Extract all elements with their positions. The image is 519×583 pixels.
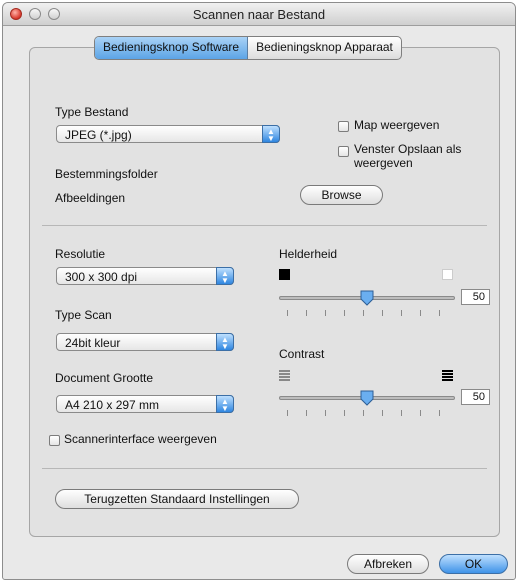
contrast-slider-knob[interactable] (359, 390, 375, 406)
show-map-checkbox[interactable] (338, 121, 349, 132)
brightness-ticks (279, 310, 455, 316)
document-size-label: Document Grootte (55, 371, 154, 385)
brightness-value-field[interactable]: 50 (461, 289, 490, 305)
brightness-label: Helderheid (279, 247, 338, 261)
settings-panel: Type Bestand JPEG (*.jpg) ▲ ▼ Map weergev… (29, 47, 500, 537)
divider (42, 225, 487, 226)
window-title: Scannen naar Bestand (192, 7, 326, 22)
document-size-value: A4 210 x 297 mm (65, 398, 160, 412)
popup-arrows-icon: ▲ ▼ (216, 267, 234, 285)
dark-swatch-icon (279, 269, 290, 280)
window: Scannen naar Bestand Type Bestand JPEG (… (2, 2, 516, 580)
destination-folder-value: Afbeeldingen (55, 191, 126, 205)
scan-type-label: Type Scan (55, 308, 112, 322)
popup-arrows-icon: ▲ ▼ (216, 395, 234, 413)
cancel-button[interactable]: Afbreken (347, 554, 429, 574)
reset-defaults-button[interactable]: Terugzetten Standaard Instellingen (55, 489, 299, 509)
divider (42, 468, 487, 469)
contrast-label: Contrast (279, 347, 325, 361)
tab-device-button[interactable]: Bedieningsknop Apparaat (248, 37, 401, 59)
show-save-window-label-line1: Venster Opslaan als (354, 142, 462, 156)
title-bar: Scannen naar Bestand (3, 3, 515, 26)
contrast-ticks (279, 410, 455, 416)
tab-bar: Bedieningsknop Software Bedieningsknop A… (94, 36, 402, 60)
low-contrast-icon (279, 370, 290, 381)
light-swatch-icon (442, 269, 453, 280)
brightness-slider-knob[interactable] (359, 290, 375, 306)
document-size-select[interactable]: A4 210 x 297 mm ▲ ▼ (56, 395, 234, 413)
high-contrast-icon (442, 370, 453, 381)
scanner-interface-checkbox[interactable] (49, 435, 60, 446)
file-type-select[interactable]: JPEG (*.jpg) ▲ ▼ (56, 125, 280, 143)
scanner-interface-label: Scannerinterface weergeven (64, 432, 217, 446)
show-save-window-checkbox[interactable] (338, 146, 349, 157)
browse-button[interactable]: Browse (300, 185, 383, 205)
show-map-label: Map weergeven (354, 118, 440, 132)
popup-arrows-icon: ▲ ▼ (262, 125, 280, 143)
scan-type-value: 24bit kleur (65, 336, 121, 350)
ok-button[interactable]: OK (439, 554, 508, 574)
tab-software-button[interactable]: Bedieningsknop Software (95, 37, 249, 59)
show-save-window-label-line2: weergeven (354, 156, 413, 170)
resolution-select[interactable]: 300 x 300 dpi ▲ ▼ (56, 267, 234, 285)
destination-folder-label: Bestemmingsfolder (55, 167, 158, 181)
file-type-value: JPEG (*.jpg) (65, 128, 132, 142)
popup-arrows-icon: ▲ ▼ (216, 333, 234, 351)
contrast-value-field[interactable]: 50 (461, 389, 490, 405)
resolution-value: 300 x 300 dpi (65, 270, 138, 284)
file-type-label: Type Bestand (55, 105, 129, 119)
resolution-label: Resolutie (55, 247, 106, 261)
scan-type-select[interactable]: 24bit kleur ▲ ▼ (56, 333, 234, 351)
